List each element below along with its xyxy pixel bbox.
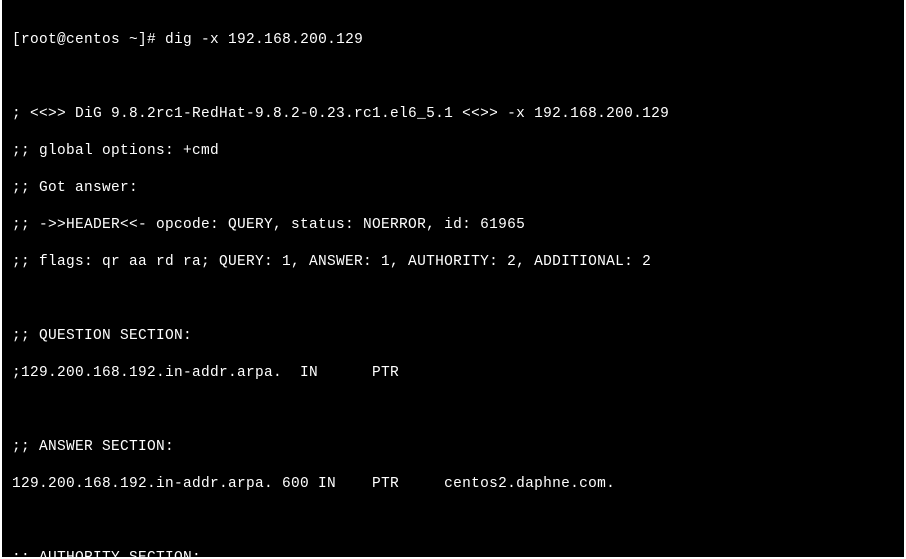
dig-banner: ; <<>> DiG 9.8.2rc1-RedHat-9.8.2-0.23.rc…: [12, 105, 894, 124]
prompt-line-1: [root@centos ~]# dig -x 192.168.200.129: [12, 31, 894, 50]
question-record: ;129.200.168.192.in-addr.arpa. IN PTR: [12, 364, 894, 383]
got-answer: ;; Got answer:: [12, 179, 894, 198]
question-section-header: ;; QUESTION SECTION:: [12, 327, 894, 346]
blank-line: [12, 68, 894, 87]
answer-record: 129.200.168.192.in-addr.arpa. 600 IN PTR…: [12, 475, 894, 494]
terminal-window[interactable]: [root@centos ~]# dig -x 192.168.200.129 …: [0, 0, 906, 559]
answer-section-header: ;; ANSWER SECTION:: [12, 438, 894, 457]
authority-section-header: ;; AUTHORITY SECTION:: [12, 549, 894, 559]
header-line: ;; ->>HEADER<<- opcode: QUERY, status: N…: [12, 216, 894, 235]
flags-line: ;; flags: qr aa rd ra; QUERY: 1, ANSWER:…: [12, 253, 894, 272]
blank-line: [12, 512, 894, 531]
command-text: dig -x 192.168.200.129: [165, 32, 363, 48]
blank-line: [12, 401, 894, 420]
blank-line: [12, 290, 894, 309]
shell-prompt: [root@centos ~]#: [12, 32, 156, 48]
global-options: ;; global options: +cmd: [12, 142, 894, 161]
